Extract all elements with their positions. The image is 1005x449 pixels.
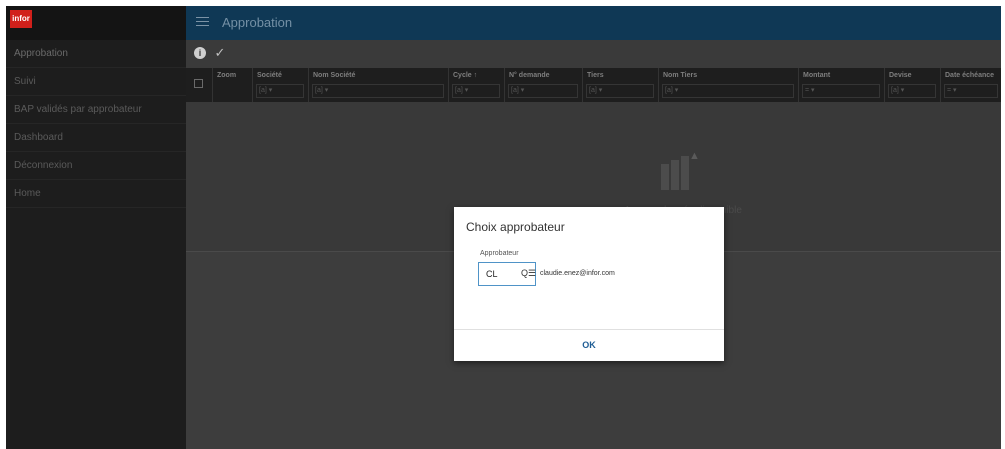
logo-bar: infor: [6, 6, 186, 40]
sidebar: infor Approbation Suivi BAP validés par …: [6, 6, 186, 449]
column-label: Cycle ↑: [453, 72, 478, 79]
column-devise[interactable]: Devise [a] ▾: [884, 68, 940, 102]
sidebar-item-approbation[interactable]: Approbation: [6, 40, 186, 68]
column-date-echeance[interactable]: Date échéance = ▾: [940, 68, 1001, 102]
sidebar-item-suivi[interactable]: Suivi: [6, 68, 186, 96]
sidebar-item-home[interactable]: Home: [6, 180, 186, 208]
grid-header: Zoom Société [a] ▾ Nom Société [a] ▾ Cyc…: [186, 68, 1001, 102]
ok-button[interactable]: OK: [454, 330, 724, 361]
filter-cycle[interactable]: [a] ▾: [452, 84, 500, 98]
column-label: Nom Société: [313, 72, 356, 79]
column-label: N° demande: [509, 72, 550, 79]
info-icon[interactable]: i: [194, 47, 206, 59]
filter-nom-tiers[interactable]: [a] ▾: [662, 84, 794, 98]
filter-montant[interactable]: = ▾: [802, 84, 880, 98]
column-societe[interactable]: Société [a] ▾: [252, 68, 308, 102]
approver-input-value: CL: [486, 269, 498, 279]
no-data-icon: ▲: [661, 150, 701, 190]
column-label: Zoom: [217, 72, 237, 79]
filter-n-demande[interactable]: [a] ▾: [508, 84, 578, 98]
select-all-checkbox[interactable]: [194, 79, 203, 88]
column-nom-tiers[interactable]: Nom Tiers [a] ▾: [658, 68, 798, 102]
sidebar-item-deconnexion[interactable]: Déconnexion: [6, 152, 186, 180]
approver-email: claudie.enez@infor.com: [540, 270, 615, 277]
column-montant[interactable]: Montant = ▾: [798, 68, 884, 102]
menu-icon[interactable]: [196, 17, 209, 27]
app-window: infor Approbation Suivi BAP validés par …: [6, 6, 1001, 449]
filter-nom-societe[interactable]: [a] ▾: [312, 84, 444, 98]
toolbar: i ✓: [186, 40, 1001, 68]
check-icon[interactable]: ✓: [214, 46, 226, 59]
filter-date-echeance[interactable]: = ▾: [944, 84, 998, 98]
warning-icon: ▲: [689, 150, 700, 162]
column-n-demande[interactable]: N° demande [a] ▾: [504, 68, 582, 102]
approver-input[interactable]: CL Q☰: [478, 262, 536, 286]
column-label: Tiers: [587, 72, 604, 79]
column-label: Nom Tiers: [663, 72, 698, 79]
approver-field-label: Approbateur: [480, 250, 519, 257]
page-header: Approbation: [186, 6, 1001, 40]
infor-logo: infor: [10, 10, 32, 28]
sidebar-item-bap-valides[interactable]: BAP validés par approbateur: [6, 96, 186, 124]
filter-societe[interactable]: [a] ▾: [256, 84, 304, 98]
page-title: Approbation: [222, 15, 293, 30]
filter-tiers[interactable]: [a] ▾: [586, 84, 654, 98]
filter-devise[interactable]: [a] ▾: [888, 84, 936, 98]
approver-dialog: Choix approbateur Approbateur CL Q☰ clau…: [454, 207, 724, 361]
column-label: Société: [257, 72, 282, 79]
column-zoom[interactable]: Zoom: [212, 68, 252, 102]
column-cycle[interactable]: Cycle ↑ [a] ▾: [448, 68, 504, 102]
column-label: Date échéance: [945, 72, 995, 79]
column-label: Devise: [889, 72, 912, 79]
sidebar-item-dashboard[interactable]: Dashboard: [6, 124, 186, 152]
column-tiers[interactable]: Tiers [a] ▾: [582, 68, 658, 102]
lookup-icon[interactable]: Q☰: [521, 268, 536, 280]
column-label: Montant: [803, 72, 831, 79]
column-nom-societe[interactable]: Nom Société [a] ▾: [308, 68, 448, 102]
dialog-title: Choix approbateur: [466, 220, 565, 234]
